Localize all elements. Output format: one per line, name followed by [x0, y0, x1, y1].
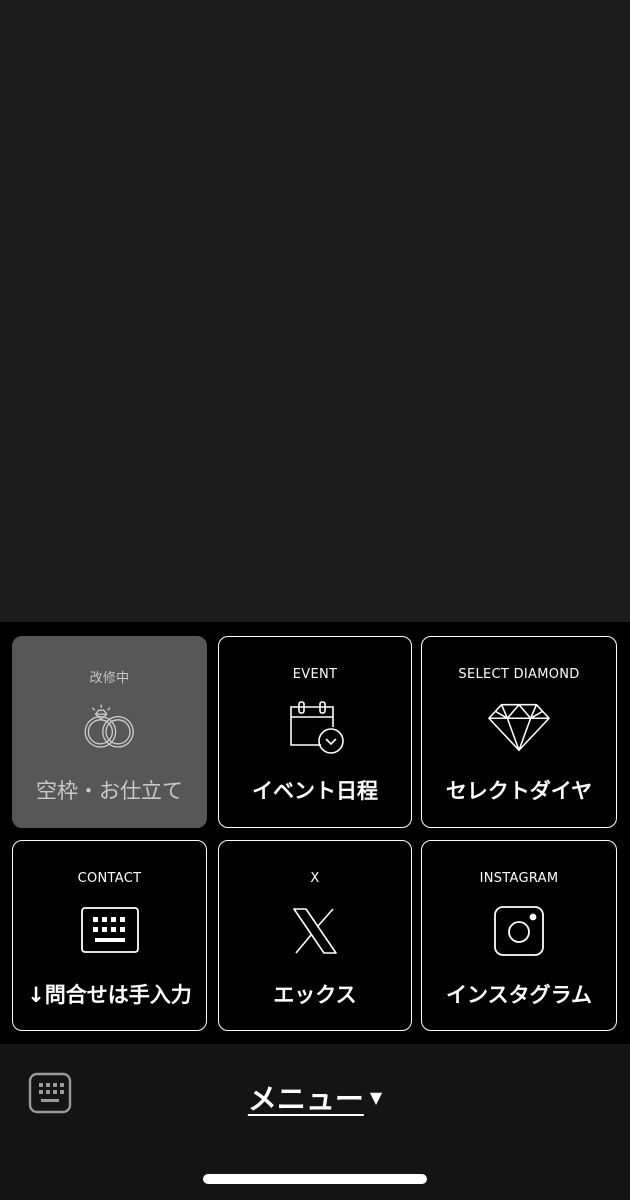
tile-caption: 改修中 [89, 671, 130, 686]
tile-bespoke[interactable]: 改修中 空枠・お仕立て [12, 636, 207, 828]
tile-caption: SELECT DIAMOND [458, 667, 580, 682]
tile-caption: X [310, 871, 320, 886]
tile-label: セレクトダイヤ [445, 779, 593, 803]
tile-contact[interactable]: CONTACT ↓問合せは手入力 [12, 840, 207, 1031]
tile-label: 空枠・お仕立て [36, 779, 183, 803]
tile-label: ↓問合せは手入力 [27, 983, 192, 1007]
tile-label: イベント日程 [252, 779, 378, 803]
calendar-clock-icon [283, 699, 347, 755]
rich-menu: 改修中 空枠・お仕立て EVENT イベント日程 SELECT DIAMOND … [0, 622, 630, 1044]
tile-event[interactable]: EVENT イベント日程 [218, 636, 412, 828]
chat-message-area [0, 0, 630, 622]
instagram-icon [487, 903, 551, 959]
tile-label: インスタグラム [446, 983, 592, 1007]
menu-label: メニュー [247, 1082, 364, 1116]
tile-select-diamond[interactable]: SELECT DIAMOND セレクトダイヤ [421, 636, 617, 828]
tile-x[interactable]: X エックス [218, 840, 412, 1031]
diamond-icon [487, 699, 551, 755]
rings-icon [78, 699, 142, 755]
line-chat-screen: 改修中 空枠・お仕立て EVENT イベント日程 SELECT DIAMOND … [0, 0, 630, 1200]
tile-instagram[interactable]: INSTAGRAM インスタグラム [421, 840, 617, 1031]
tile-label: エックス [273, 983, 357, 1007]
tile-caption: INSTAGRAM [479, 871, 559, 886]
tile-caption: CONTACT [77, 871, 142, 886]
home-indicator[interactable] [203, 1174, 427, 1184]
tile-caption: EVENT [292, 667, 338, 682]
caret-down-icon: ▼ [369, 1088, 383, 1107]
keyboard-icon [78, 903, 142, 959]
bottom-bar: メニュー ▼ [0, 1044, 630, 1200]
x-logo-icon [283, 903, 347, 959]
menu-toggle-button[interactable]: メニュー ▼ [0, 1076, 630, 1118]
